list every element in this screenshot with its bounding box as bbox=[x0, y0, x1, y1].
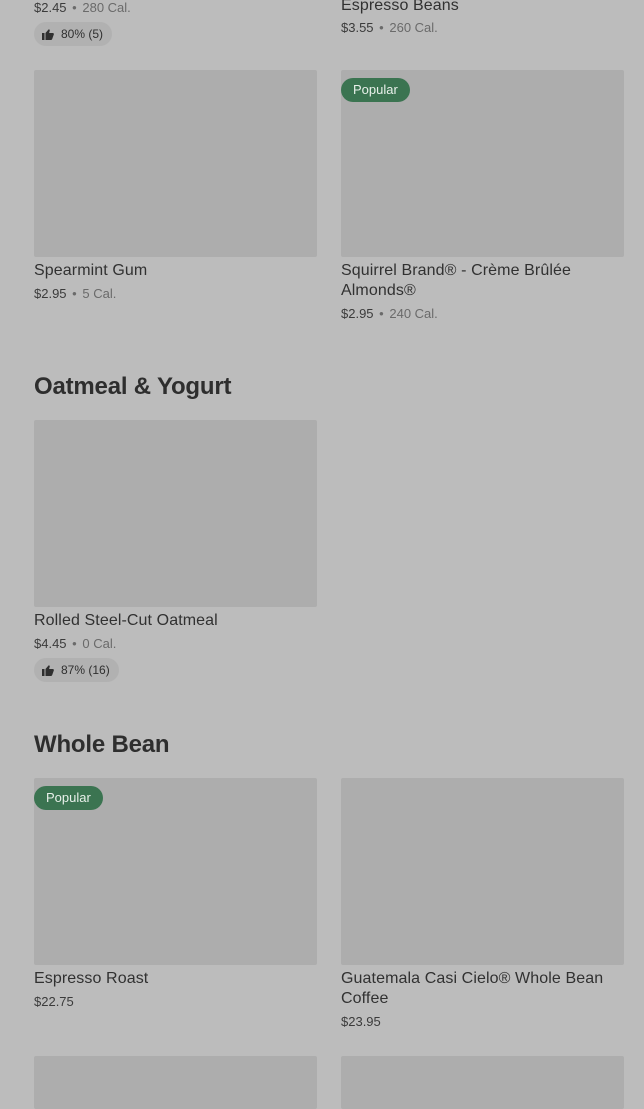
rating-badge: 80% (5) bbox=[34, 22, 113, 46]
product-meta: $22.75 bbox=[34, 994, 74, 1010]
product-calories: 260 Cal. bbox=[389, 20, 438, 35]
product-image[interactable] bbox=[341, 1056, 624, 1109]
meta-separator: • bbox=[72, 636, 77, 651]
product-price: $2.45 bbox=[34, 0, 67, 15]
section-title-oatmeal-yogurt: Oatmeal & Yogurt bbox=[34, 373, 232, 400]
product-meta: $4.45 • 0 Cal. bbox=[34, 636, 116, 652]
product-image[interactable] bbox=[34, 420, 317, 607]
rating-badge: 87% (16) bbox=[34, 658, 119, 682]
popular-badge: Popular bbox=[341, 78, 410, 102]
product-price: $3.55 bbox=[341, 20, 374, 35]
product-meta: $3.55 • 260 Cal. bbox=[341, 20, 438, 36]
section-title-whole-bean: Whole Bean bbox=[34, 731, 170, 758]
product-meta: $23.95 bbox=[341, 1014, 381, 1030]
product-name[interactable]: Espresso Beans bbox=[341, 0, 624, 16]
product-price: $2.95 bbox=[341, 306, 374, 321]
product-calories: 0 Cal. bbox=[82, 636, 117, 651]
product-meta: $2.95 • 240 Cal. bbox=[341, 306, 438, 322]
product-price: $4.45 bbox=[34, 636, 67, 651]
popular-badge: Popular bbox=[34, 786, 103, 810]
product-image[interactable] bbox=[341, 778, 624, 965]
product-price: $2.95 bbox=[34, 286, 67, 301]
product-calories: 5 Cal. bbox=[82, 286, 117, 301]
product-calories: 240 Cal. bbox=[389, 306, 438, 321]
product-image[interactable] bbox=[34, 1056, 317, 1109]
product-image[interactable] bbox=[34, 70, 317, 257]
product-name[interactable]: Espresso Roast bbox=[34, 969, 317, 989]
rating-text: 80% (5) bbox=[61, 27, 104, 41]
product-name[interactable]: Rolled Steel-Cut Oatmeal bbox=[34, 611, 317, 631]
product-name[interactable]: Guatemala Casi Cielo® Whole Bean Coffee bbox=[341, 969, 624, 1009]
meta-separator: • bbox=[72, 286, 77, 301]
product-meta: $2.45 • 280 Cal. bbox=[34, 0, 131, 16]
meta-separator: • bbox=[379, 306, 384, 321]
product-calories: 280 Cal. bbox=[82, 0, 131, 15]
meta-separator: • bbox=[72, 0, 77, 15]
product-meta: $2.95 • 5 Cal. bbox=[34, 286, 116, 302]
product-name[interactable]: Squirrel Brand® - Crème Brûlée Almonds® bbox=[341, 261, 624, 301]
product-name[interactable]: Spearmint Gum bbox=[34, 261, 317, 281]
thumbs-up-icon bbox=[42, 28, 54, 40]
product-price: $22.75 bbox=[34, 994, 74, 1009]
product-price: $23.95 bbox=[341, 1014, 381, 1029]
rating-text: 87% (16) bbox=[61, 663, 110, 677]
meta-separator: • bbox=[379, 20, 384, 35]
thumbs-up-icon bbox=[42, 664, 54, 676]
